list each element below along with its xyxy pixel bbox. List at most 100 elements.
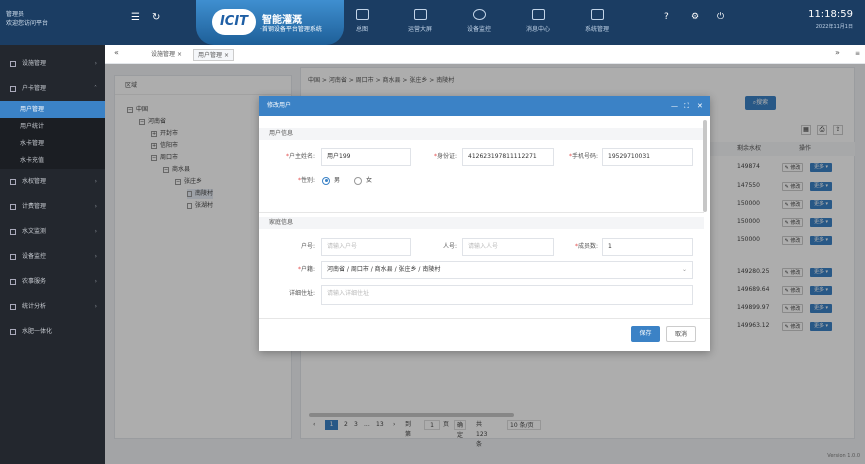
modal-title: 修改用户 <box>267 102 292 109</box>
save-button[interactable]: 保存 <box>631 326 660 342</box>
sidebar-label: 计费管理 <box>22 203 47 210</box>
tabs-menu-icon[interactable]: ≡ <box>851 48 864 60</box>
tabs-forward-icon[interactable]: » <box>831 47 844 59</box>
tabs-back-icon[interactable]: « <box>110 47 123 59</box>
close-icon[interactable]: × <box>224 52 229 59</box>
welcome-text: 欢迎您访问平台 <box>6 20 49 27</box>
sidebar-label: 水肥一体化 <box>22 328 53 335</box>
nav-system[interactable]: 系统管理 <box>567 0 627 45</box>
sidebar-label: 户卡管理 <box>22 85 47 92</box>
user-info: 管理员 欢迎您访问平台 <box>6 10 48 28</box>
chevron-right-icon: › <box>94 203 97 210</box>
address-value: 河南省 / 周口市 / 商水县 / 张庄乡 / 南陵村 <box>327 266 441 273</box>
user-role: 管理员 <box>6 11 25 18</box>
gender-radio-female[interactable]: 女 <box>354 176 372 186</box>
cancel-button[interactable]: 取消 <box>666 326 696 342</box>
sidebar-subitem-card-manage[interactable]: 水卡管理 <box>0 135 105 152</box>
chart-icon <box>590 9 604 20</box>
tab-user-manage[interactable]: 用户管理 × <box>193 49 234 61</box>
sidebar-item-facility[interactable]: 设施管理 › <box>0 51 105 76</box>
nav-overview[interactable]: 总图 <box>332 0 392 45</box>
map-icon <box>355 9 369 20</box>
address-label: *户籍: <box>297 266 315 273</box>
radio-checked-icon <box>322 176 330 185</box>
sidebar-item-card[interactable]: 户卡管理 ˄ <box>0 76 105 101</box>
version-label: Version 1.0.0 <box>827 453 860 459</box>
refresh-icon[interactable]: ↻ <box>152 12 160 23</box>
clock-date: 2022年11月1日 <box>815 24 853 30</box>
modal-scrollbar[interactable] <box>703 120 707 212</box>
stats-icon <box>10 303 16 310</box>
gear-icon[interactable]: ⚙ <box>691 12 699 22</box>
screen-icon <box>413 9 427 20</box>
nav-monitor[interactable]: 设备监控 <box>449 0 509 45</box>
phone-label: *手机号码: <box>568 153 598 160</box>
gender-radio-male[interactable]: 男 <box>322 176 340 186</box>
household-label: 户号: <box>300 243 315 250</box>
wave-icon <box>10 228 16 235</box>
nav-label: 总图 <box>355 26 368 33</box>
household-field[interactable]: 请输入户号 <box>321 238 411 256</box>
tab-label: 用户管理 <box>198 52 223 59</box>
id-label: *身份证: <box>433 153 457 160</box>
message-icon <box>531 9 545 20</box>
name-label: *户主姓名: <box>285 153 315 160</box>
device-icon <box>10 253 16 260</box>
nav-dashboard[interactable]: 运营大屏 <box>390 0 450 45</box>
help-icon[interactable]: ? <box>664 12 669 22</box>
sidebar-item-billing[interactable]: 计费管理 › <box>0 194 105 219</box>
sidebar-item-water-rights[interactable]: 水权管理 › <box>0 169 105 194</box>
sidebar-subitem-user-manage[interactable]: 用户管理 <box>0 101 105 118</box>
sidebar-item-device[interactable]: 设备监控 › <box>0 244 105 269</box>
water-icon <box>10 178 16 185</box>
name-field[interactable]: 用户199 <box>321 148 411 166</box>
sidebar-item-hydrology[interactable]: 水文监测 › <box>0 219 105 244</box>
detail-address-label: 详细住址: <box>288 290 315 297</box>
tab-bar: « 设施管理 × 用户管理 × » ≡ <box>105 45 865 64</box>
radio-label: 男 <box>334 177 341 184</box>
tab-facility[interactable]: 设施管理 × <box>147 49 186 61</box>
label-text: 身份证: <box>436 153 457 160</box>
menu-toggle-icon[interactable]: ☰ <box>131 12 140 23</box>
sidebar-label: 设备监控 <box>22 253 47 260</box>
label-text: 成员数: <box>577 243 598 250</box>
clock: 11:18:59 2022年11月1日 <box>808 9 853 30</box>
divider <box>259 318 710 319</box>
detail-address-field[interactable]: 请输入详细住址 <box>321 285 693 305</box>
logo-subtitle: ·首钢设备平台管理系统 <box>260 26 322 33</box>
close-icon[interactable]: × <box>177 51 182 58</box>
close-icon[interactable]: ✕ <box>697 96 703 116</box>
logout-icon[interactable]: ⏻ <box>717 12 724 22</box>
nav-label: 运营大屏 <box>407 26 432 33</box>
nav-label: 系统管理 <box>584 26 609 33</box>
chevron-right-icon: › <box>94 228 97 235</box>
id-field[interactable]: 412623197811112271 <box>462 148 554 166</box>
nav-label: 设备监控 <box>466 26 491 33</box>
radio-unchecked-icon <box>354 176 362 185</box>
sidebar-subitem-user-stats[interactable]: 用户统计 <box>0 118 105 135</box>
nav-messages[interactable]: 消息中心 <box>508 0 568 45</box>
address-select[interactable]: 河南省 / 周口市 / 商水县 / 张庄乡 / 南陵村 ⌄ <box>321 261 693 279</box>
chevron-right-icon: › <box>94 278 97 285</box>
sidebar: 设施管理 › 户卡管理 ˄ 用户管理 用户统计 水卡管理 水卡充值 水权管理 › 计费… <box>0 45 105 464</box>
label-text: 户主姓名: <box>288 153 315 160</box>
population-label: 人号: <box>442 243 457 250</box>
sidebar-item-fertigation[interactable]: 水肥一体化 <box>0 319 105 344</box>
sidebar-label: 设施管理 <box>22 60 47 67</box>
card-icon <box>10 85 16 92</box>
sidebar-item-farming[interactable]: 农事服务 › <box>0 269 105 294</box>
population-field[interactable]: 请输入人号 <box>462 238 554 256</box>
clock-time: 11:18:59 <box>808 9 853 20</box>
sidebar-item-stats[interactable]: 统计分析 › <box>0 294 105 319</box>
edit-user-modal: 修改用户 — ⛶ ✕ 用户信息 *户主姓名: 用户199 *身份证: 41262… <box>259 96 710 351</box>
sidebar-subitem-card-recharge[interactable]: 水卡充值 <box>0 152 105 169</box>
grid-icon <box>10 60 16 67</box>
sidebar-label: 农事服务 <box>22 278 47 285</box>
sidebar-label: 水文监测 <box>22 228 47 235</box>
minimize-icon[interactable]: — <box>671 96 678 116</box>
maximize-icon[interactable]: ⛶ <box>684 96 689 116</box>
members-field[interactable]: 1 <box>602 238 693 256</box>
gender-label: *性别: <box>297 177 315 184</box>
divider <box>259 212 704 213</box>
phone-field[interactable]: 19529710031 <box>602 148 693 166</box>
